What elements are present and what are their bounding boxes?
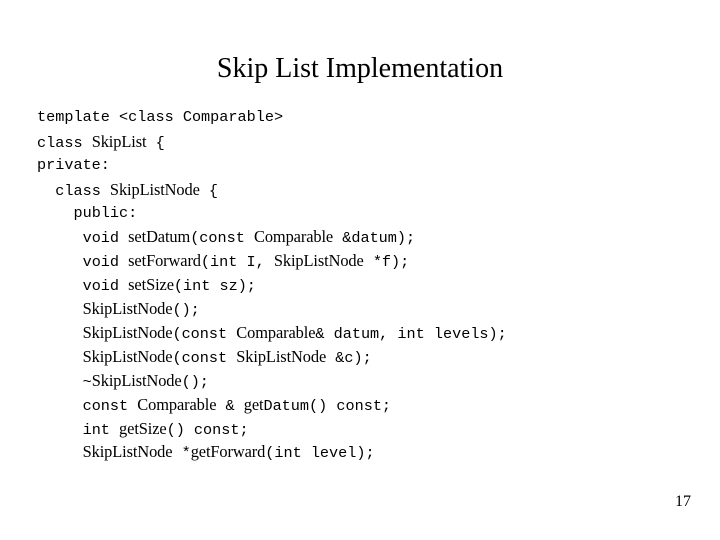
page-number: 17: [675, 493, 691, 510]
code-identifier: SkipListNode: [82, 299, 173, 319]
code-token: &datum);: [333, 229, 416, 248]
code-identifier: getForward: [190, 442, 266, 462]
code-line: void setForward(int I, SkipListNode *f);: [37, 249, 697, 273]
code-identifier: getSize: [119, 418, 167, 438]
code-token: int: [82, 420, 120, 439]
code-identifier: SkipListNode: [91, 370, 182, 390]
code-token: Datum() const;: [263, 396, 392, 415]
code-token: (int level);: [265, 444, 375, 463]
code-line: template <class Comparable>: [37, 106, 697, 130]
code-identifier: Comparable: [254, 227, 334, 247]
code-token: *f);: [363, 253, 410, 272]
code-token: public:: [73, 203, 138, 222]
code-token: void: [82, 277, 129, 296]
code-token: ~: [82, 372, 92, 391]
code-line: const Comparable & getDatum() const;: [37, 393, 697, 417]
code-token: (int I,: [200, 253, 274, 272]
code-token: void: [82, 253, 129, 272]
code-token: class: [55, 181, 110, 200]
code-token: (const: [190, 229, 254, 248]
code-identifier: SkipListNode: [109, 179, 200, 199]
code-line: private:: [37, 154, 697, 178]
code-token: &c);: [326, 348, 372, 367]
code-block: template <class Comparable> class SkipLis…: [37, 106, 697, 464]
code-token: (const: [172, 325, 237, 344]
code-token: &: [216, 396, 244, 415]
code-token: (int sz);: [173, 277, 256, 296]
code-line: SkipListNode();: [37, 297, 697, 321]
code-identifier: setForward: [128, 251, 201, 271]
code-identifier: setSize: [128, 275, 174, 295]
code-identifier: SkipListNode: [273, 251, 364, 271]
code-line: int getSize() const;: [37, 417, 697, 441]
code-token: (const: [172, 348, 237, 367]
code-identifier: SkipListNode: [82, 442, 173, 462]
code-token: () const;: [166, 420, 249, 439]
code-token: ();: [181, 372, 209, 391]
code-identifier: setDatum: [128, 227, 191, 247]
code-identifier: Comparable: [137, 394, 217, 414]
code-token: {: [199, 181, 219, 200]
code-token: template <class Comparable>: [37, 108, 284, 126]
code-identifier: SkipListNode: [82, 346, 173, 366]
code-token: *: [172, 444, 191, 463]
code-line: SkipListNode(const Comparable& datum, in…: [37, 321, 697, 345]
code-token: & datum, int levels);: [315, 325, 507, 344]
code-line: SkipListNode *getForward(int level);: [37, 440, 697, 464]
code-token: private:: [37, 155, 110, 174]
code-line: class SkipList {: [37, 130, 697, 154]
code-line: ~SkipListNode();: [37, 369, 697, 393]
code-identifier: SkipListNode: [82, 323, 173, 343]
code-identifier: Comparable: [236, 323, 316, 343]
code-identifier: SkipListNode: [236, 346, 327, 366]
code-token: const: [82, 396, 138, 415]
code-token: void: [82, 229, 129, 248]
slide: Skip List Implementation template <class…: [0, 0, 720, 540]
code-line: void setSize(int sz);: [37, 273, 697, 297]
page-title: Skip List Implementation: [216, 53, 504, 84]
code-token: {: [146, 133, 165, 152]
code-line: SkipListNode(const SkipListNode &c);: [37, 345, 697, 369]
code-line: void setDatum(const Comparable &datum);: [37, 225, 697, 249]
code-token: class: [37, 133, 92, 152]
code-line: class SkipListNode {: [37, 178, 697, 202]
code-token: ();: [172, 301, 200, 320]
code-identifier: SkipList: [91, 131, 147, 151]
code-identifier: get: [243, 394, 264, 414]
code-line: public:: [37, 202, 697, 226]
